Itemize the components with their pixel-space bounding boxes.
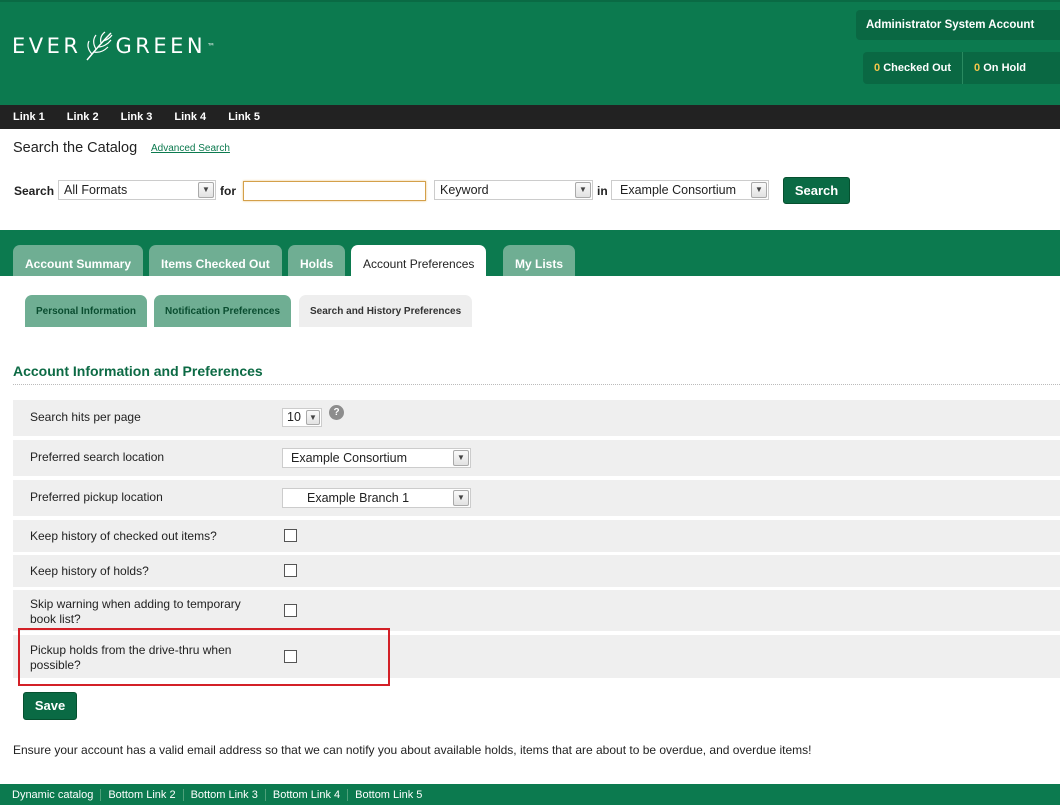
logo-text-left: EVER xyxy=(12,34,82,58)
top-link-2[interactable]: Link 2 xyxy=(67,111,99,123)
tab-account-preferences[interactable]: Account Preferences xyxy=(351,245,487,276)
skip-warning-label: Skip warning when adding to temporary bo… xyxy=(30,597,241,626)
preferred-pickup-location-select[interactable]: Example Branch 1 ▼ xyxy=(282,488,471,508)
highlight-box xyxy=(18,628,390,686)
preferences-heading: Account Information and Preferences xyxy=(13,363,263,379)
preferred-search-location-select[interactable]: Example Consortium ▼ xyxy=(282,448,471,468)
pref-row-search-location: Preferred search location Example Consor… xyxy=(13,440,1060,476)
logo-text-right: GREEN xyxy=(115,34,207,58)
pref-row-skip-warning: Skip warning when adding to temporary bo… xyxy=(13,590,1060,631)
format-select-value: All Formats xyxy=(64,183,128,197)
email-notice: Ensure your account has a valid email ad… xyxy=(13,743,812,757)
advanced-search-link[interactable]: Advanced Search xyxy=(151,143,230,154)
search-location-value: Example Consortium xyxy=(620,183,737,197)
divider xyxy=(13,384,1060,385)
top-link-4[interactable]: Link 4 xyxy=(174,111,206,123)
pref-row-keep-checkout-history: Keep history of checked out items? xyxy=(13,520,1060,552)
checked-out-count: 0 xyxy=(874,62,881,74)
account-name[interactable]: Administrator System Account xyxy=(856,10,1060,40)
footer-link-1[interactable]: Dynamic catalog xyxy=(5,789,100,801)
checked-out-link[interactable]: 0 Checked Out xyxy=(863,52,962,84)
chevron-down-icon: ▼ xyxy=(751,182,767,198)
tab-holds[interactable]: Holds xyxy=(288,245,346,276)
footer-link-5[interactable]: Bottom Link 5 xyxy=(347,788,429,801)
skip-warning-checkbox[interactable] xyxy=(284,604,297,617)
footer: Dynamic catalog Bottom Link 2 Bottom Lin… xyxy=(0,784,1060,805)
keep-checkout-history-checkbox[interactable] xyxy=(284,529,297,542)
preferred-search-location-value: Example Consortium xyxy=(291,451,408,465)
top-link-1[interactable]: Link 1 xyxy=(13,111,45,123)
subtab-notification-preferences[interactable]: Notification Preferences xyxy=(154,295,292,327)
hits-per-page-value: 10 xyxy=(287,410,301,424)
header: EVER GREEN ™ Administrator System Accoun… xyxy=(0,0,1060,105)
evergreen-logo[interactable]: EVER GREEN ™ xyxy=(12,30,215,62)
chevron-down-icon: ▼ xyxy=(453,450,469,466)
pickup-location-label: Preferred pickup location xyxy=(30,490,163,504)
search-type-value: Keyword xyxy=(440,183,489,197)
footer-link-3[interactable]: Bottom Link 3 xyxy=(182,788,265,801)
for-label: for xyxy=(220,184,236,198)
search-title: Search the Catalog xyxy=(13,140,138,156)
in-label: in xyxy=(597,184,608,198)
hits-label: Search hits per page xyxy=(30,410,141,424)
search-input[interactable] xyxy=(243,181,426,201)
chevron-down-icon: ▼ xyxy=(575,182,591,198)
search-location-select[interactable]: Example Consortium ▼ xyxy=(611,180,769,200)
format-select[interactable]: All Formats ▼ xyxy=(58,180,216,200)
search-label: Search xyxy=(14,184,55,198)
hits-per-page-select[interactable]: 10 ▼ xyxy=(282,408,322,427)
help-icon[interactable]: ? xyxy=(329,405,344,420)
top-link-bar: Link 1 Link 2 Link 3 Link 4 Link 5 xyxy=(0,105,1060,129)
preferred-pickup-location-value: Example Branch 1 xyxy=(307,491,410,505)
tab-my-lists[interactable]: My Lists xyxy=(503,245,576,276)
keep-hold-history-label: Keep history of holds? xyxy=(30,564,149,578)
logo-trademark: ™ xyxy=(207,41,216,51)
search-location-label: Preferred search location xyxy=(30,450,165,464)
chevron-down-icon: ▼ xyxy=(306,410,320,425)
keep-checkout-history-label: Keep history of checked out items? xyxy=(30,529,217,543)
footer-link-4[interactable]: Bottom Link 4 xyxy=(264,788,347,801)
on-hold-label: On Hold xyxy=(983,62,1027,74)
search-button[interactable]: Search xyxy=(783,177,850,204)
top-link-5[interactable]: Link 5 xyxy=(228,111,260,123)
tab-items-checked-out[interactable]: Items Checked Out xyxy=(149,245,282,276)
on-hold-count: 0 xyxy=(974,62,981,74)
top-link-3[interactable]: Link 3 xyxy=(121,111,153,123)
footer-link-2[interactable]: Bottom Link 2 xyxy=(100,788,182,801)
tab-account-summary[interactable]: Account Summary xyxy=(13,245,144,276)
subtab-personal-information[interactable]: Personal Information xyxy=(25,295,148,327)
on-hold-link[interactable]: 0 On Hold xyxy=(962,52,1037,84)
save-button[interactable]: Save xyxy=(23,692,77,720)
pref-row-keep-hold-history: Keep history of holds? xyxy=(13,555,1060,587)
keep-hold-history-checkbox[interactable] xyxy=(284,564,297,577)
pref-row-pickup-location: Preferred pickup location Example Branch… xyxy=(13,480,1060,516)
subtab-search-history-preferences[interactable]: Search and History Preferences xyxy=(299,295,473,327)
chevron-down-icon: ▼ xyxy=(198,182,214,198)
account-counts: 0 Checked Out 0 On Hold xyxy=(863,52,1060,84)
chevron-down-icon: ▼ xyxy=(453,490,469,506)
leaf-icon xyxy=(85,31,112,61)
checked-out-label: Checked Out xyxy=(883,62,952,74)
pref-row-hits: Search hits per page 10 ▼ ? xyxy=(13,400,1060,436)
search-type-select[interactable]: Keyword ▼ xyxy=(434,180,593,200)
